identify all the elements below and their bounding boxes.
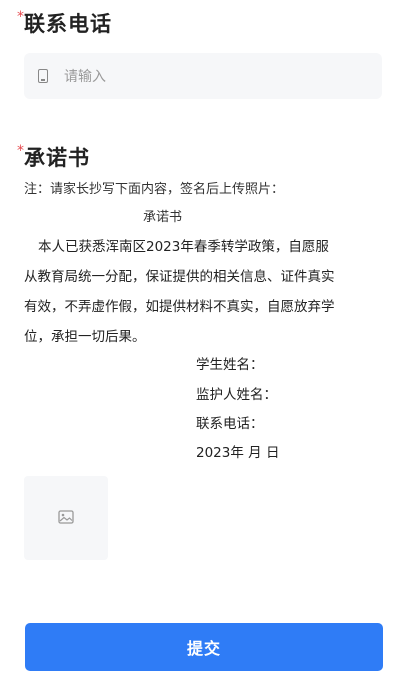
image-icon <box>58 509 74 528</box>
required-marker: * <box>17 9 24 25</box>
pledge-line: 本人已获悉浑南区2023年春季转学政策，自愿服 <box>38 239 329 255</box>
pledge-line: 从教育局统一分配，保证提供的相关信息、证件真实 <box>24 269 335 285</box>
submit-button[interactable]: 提交 <box>25 623 383 671</box>
required-marker: * <box>17 143 24 159</box>
pledge-body: 本人已获悉浑南区2023年春季转学政策，自愿服 从教育局统一分配，保证提供的相关… <box>24 232 386 352</box>
signature-date: 2023年 月 日 <box>196 445 280 461</box>
photo-upload-button[interactable] <box>24 476 108 560</box>
phone-input[interactable]: 请输入 <box>24 53 382 99</box>
pledge-doc-title: 承诺书 <box>143 210 183 225</box>
signature-phone: 联系电话： <box>196 416 264 432</box>
phone-icon <box>38 69 48 83</box>
pledge-line: 有效，不弄虚作假，如提供材料不真实，自愿放弃学 <box>24 299 335 315</box>
phone-input-placeholder: 请输入 <box>64 69 106 85</box>
signature-guardian-name: 监护人姓名： <box>196 387 277 403</box>
pledge-section-label: 承诺书 <box>24 146 90 170</box>
signature-student-name: 学生姓名： <box>196 357 264 373</box>
phone-section-label: 联系电话 <box>24 12 112 36</box>
pledge-notice: 注：请家长抄写下面内容，签名后上传照片： <box>24 182 285 197</box>
pledge-line: 位，承担一切后果。 <box>24 329 146 345</box>
